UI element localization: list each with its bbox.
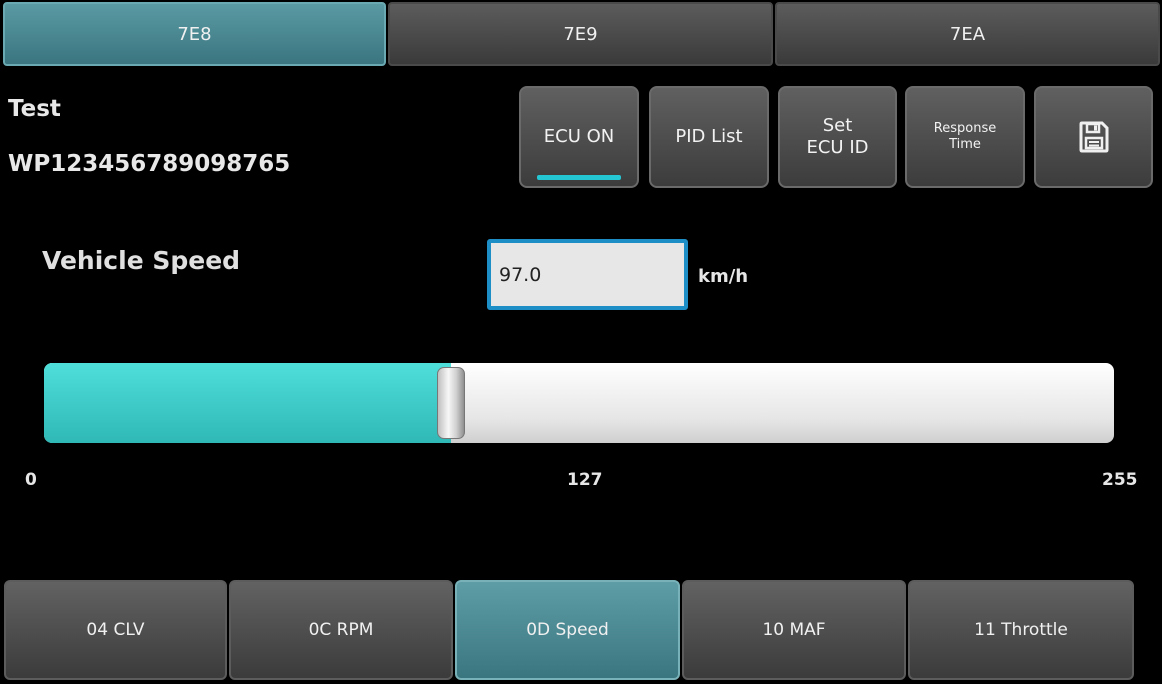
set-ecu-id-line1: Set: [822, 115, 853, 137]
response-time-label: Response Time: [934, 121, 996, 152]
pid-tab-0d-speed[interactable]: 0D Speed: [455, 580, 680, 680]
pid-tab-label: 0D Speed: [526, 620, 609, 640]
vin-number: WP123456789098765: [8, 151, 291, 177]
pid-tab-label: 04 CLV: [86, 620, 145, 640]
response-time-line2: Time: [949, 137, 981, 152]
tab-7ea[interactable]: 7EA: [775, 2, 1160, 66]
ecu-on-label: ECU ON: [543, 126, 615, 148]
tab-label: 7E9: [563, 23, 598, 45]
pid-list-button[interactable]: PID List: [649, 86, 769, 188]
ecu-on-indicator: [537, 175, 621, 180]
pid-tab-label: 11 Throttle: [974, 620, 1068, 640]
pid-name: Vehicle Speed: [42, 246, 241, 275]
slider-thumb[interactable]: [437, 367, 465, 439]
pid-tab-label: 10 MAF: [762, 620, 826, 640]
floppy-disk-icon: [1079, 121, 1109, 153]
tab-7e9[interactable]: 7E9: [388, 2, 773, 66]
tab-label: 7EA: [949, 23, 986, 45]
pid-tab-11-throttle[interactable]: 11 Throttle: [908, 580, 1134, 680]
test-name: Test: [8, 96, 61, 122]
set-ecu-id-line2: ECU ID: [806, 137, 869, 158]
tab-7e8[interactable]: 7E8: [3, 2, 386, 66]
unit-label: km/h: [698, 266, 749, 287]
ecu-tab-bar: 7E8 7E9 7EA: [0, 0, 1162, 70]
save-button[interactable]: [1034, 86, 1153, 188]
speed-slider[interactable]: [44, 363, 1114, 443]
ecu-on-button[interactable]: ECU ON: [519, 86, 639, 188]
pid-tab-0c-rpm[interactable]: 0C RPM: [229, 580, 453, 680]
slider-mid-label: 127: [567, 470, 603, 490]
slider-max-label: 255: [1102, 470, 1138, 490]
pid-list-label: PID List: [675, 126, 743, 148]
pid-tab-label: 0C RPM: [308, 620, 374, 640]
pid-tab-bar: 04 CLV 0C RPM 0D Speed 10 MAF 11 Throttl…: [0, 580, 1162, 684]
response-time-button[interactable]: Response Time: [905, 86, 1025, 188]
set-ecu-id-button[interactable]: Set ECU ID: [778, 86, 897, 188]
tab-label: 7E8: [177, 23, 212, 45]
ecu-simulator-screen: 7E8 7E9 7EA Test WP123456789098765 ECU O…: [0, 0, 1162, 684]
pid-tab-04-clv[interactable]: 04 CLV: [4, 580, 227, 680]
pid-tab-10-maf[interactable]: 10 MAF: [682, 580, 906, 680]
slider-min-label: 0: [25, 470, 37, 490]
response-time-line1: Response: [933, 121, 997, 137]
speed-value-input[interactable]: [487, 239, 688, 310]
slider-fill: [44, 363, 451, 443]
set-ecu-id-label: Set ECU ID: [806, 115, 868, 158]
